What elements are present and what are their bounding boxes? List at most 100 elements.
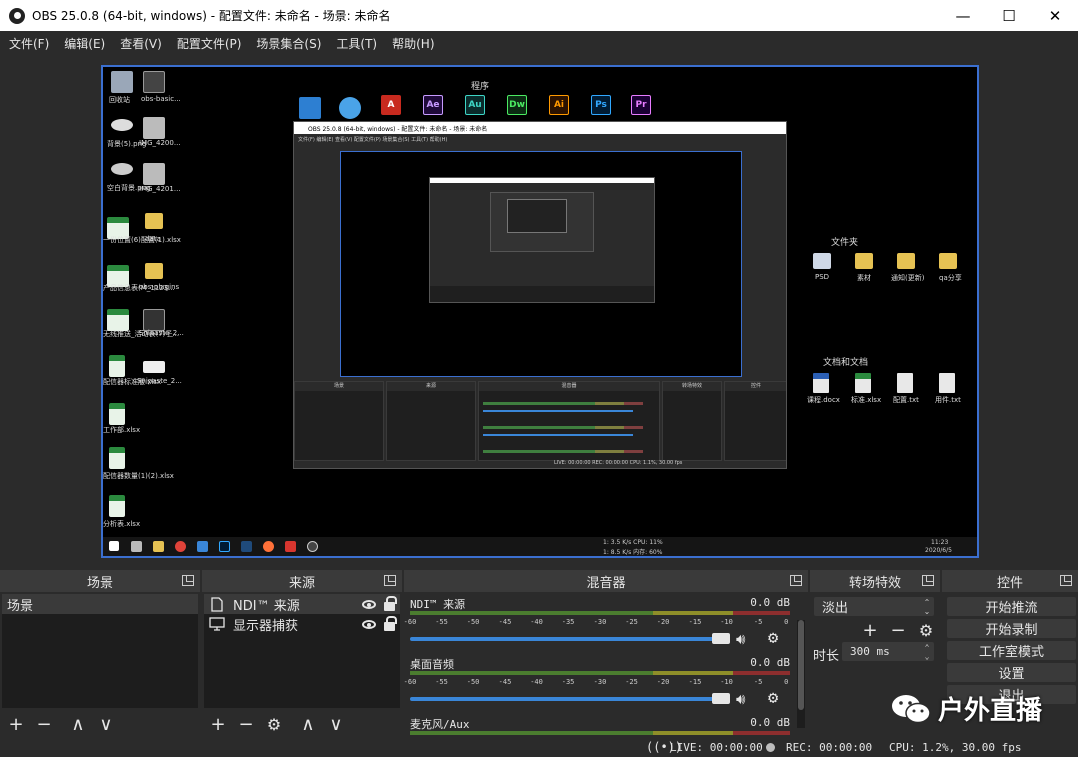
recycle-bin-icon <box>111 71 133 93</box>
lock-icon[interactable] <box>384 595 397 611</box>
illustrator-icon: Ai <box>549 95 569 115</box>
source-item[interactable]: 显示器捕获 <box>204 614 400 634</box>
undock-icon[interactable] <box>790 575 802 586</box>
visibility-eye-icon[interactable] <box>362 619 376 629</box>
desktop-label: data <box>145 235 161 243</box>
undock-icon[interactable] <box>182 575 194 586</box>
undock-icon[interactable] <box>1060 575 1072 586</box>
source-properties-gear-icon[interactable]: ⚙ <box>264 714 284 734</box>
nested-obs-window: OBS 25.0.8 (64-bit, windows) - 配置文件: 未命名… <box>293 121 787 469</box>
text-file-icon <box>939 373 955 393</box>
sources-header: 来源 <box>202 570 402 592</box>
mixer-scrollbar[interactable] <box>797 620 805 728</box>
desktop-group-documents: 文档和文档 <box>823 358 869 368</box>
app-icon <box>241 541 252 552</box>
premiere-icon: Pr <box>631 95 651 115</box>
excel-file-icon <box>107 309 129 331</box>
desktop-label: 分析表.xlsx <box>103 520 141 528</box>
menu-view[interactable]: 查看(V) <box>115 35 167 52</box>
preview-area: 回收站 obs-basic... 背景(5).png IMG_4200... 空… <box>0 55 1078 568</box>
start-recording-button[interactable]: 开始录制 <box>947 619 1076 638</box>
speaker-icon[interactable]: 🔊︎ <box>736 690 745 708</box>
computer-icon <box>299 97 321 119</box>
remove-source-button[interactable]: − <box>236 714 256 735</box>
after-effects-icon: Ae <box>423 95 443 115</box>
scenes-header: 场景 <box>0 570 200 592</box>
source-item[interactable]: NDI™ 来源 <box>204 594 400 614</box>
add-transition-button[interactable]: + <box>860 620 880 641</box>
firefox-icon <box>263 541 274 552</box>
transition-select[interactable]: 淡出 ⌃ ⌄ <box>814 597 934 616</box>
start-streaming-button[interactable]: 开始推流 <box>947 597 1076 616</box>
nested-menu: 文件(F) 编辑(E) 查看(V) 配置文件(P) 场景集合(S) 工具(T) … <box>298 136 448 143</box>
settings-button[interactable]: 设置 <box>947 663 1076 682</box>
remove-transition-button[interactable]: − <box>888 620 908 641</box>
menu-tools[interactable]: 工具(T) <box>331 35 382 52</box>
app-icon <box>197 541 208 552</box>
duration-value: 300 ms <box>850 645 890 658</box>
volume-slider-thumb[interactable] <box>712 633 730 644</box>
studio-mode-button[interactable]: 工作室模式 <box>947 641 1076 660</box>
nested-preview <box>340 151 742 377</box>
visibility-eye-icon[interactable] <box>362 599 376 609</box>
nested-status: LIVE: 00:00:00 REC: 00:00:00 CPU: 1.1%, … <box>554 460 683 466</box>
duration-input[interactable]: 300 ms ⌃ ⌄ <box>842 642 934 661</box>
menu-edit[interactable]: 编辑(E) <box>59 35 110 52</box>
move-up-button[interactable]: ∧ <box>298 714 318 735</box>
folder-icon <box>855 253 873 269</box>
word-file-icon <box>813 373 829 393</box>
desktop-label: IMG_4200... <box>139 139 181 147</box>
add-scene-button[interactable]: + <box>6 714 26 735</box>
minimize-button[interactable]: — <box>940 0 986 31</box>
close-button[interactable]: ✕ <box>1032 0 1078 31</box>
nested-obs-window-2 <box>429 177 655 303</box>
volume-slider[interactable] <box>410 697 730 701</box>
menu-file[interactable]: 文件(F) <box>4 35 54 52</box>
move-up-button[interactable]: ∧ <box>68 714 88 735</box>
move-down-button[interactable]: ∨ <box>96 714 116 735</box>
nested-obs-window-3 <box>490 192 594 252</box>
live-status: LIVE: 00:00:00 <box>670 741 763 754</box>
shortcut-icon <box>143 71 165 93</box>
source-name: NDI™ 来源 <box>233 598 300 614</box>
nested-mixer-dock: 混音器 <box>478 381 660 461</box>
image-file-icon <box>143 117 165 139</box>
taskview-icon <box>131 541 142 552</box>
channel-db: 0.0 dB <box>750 596 790 609</box>
excel-file-icon <box>109 355 125 377</box>
add-source-button[interactable]: + <box>208 714 228 735</box>
volume-slider[interactable] <box>410 637 730 641</box>
text-file-icon <box>897 373 913 393</box>
spin-arrows-icon[interactable]: ⌃ ⌄ <box>920 642 934 661</box>
desktop-label: 工作部.xlsx <box>103 426 141 434</box>
channel-settings-gear-icon[interactable]: ⚙ <box>768 628 778 648</box>
maximize-button[interactable]: ☐ <box>986 0 1032 31</box>
menu-profile[interactable]: 配置文件(P) <box>172 35 247 52</box>
channel-settings-gear-icon[interactable]: ⚙ <box>768 688 778 708</box>
menu-scene-collection[interactable]: 场景集合(S) <box>251 35 326 52</box>
desktop-label: obs-basic... <box>141 95 181 103</box>
nested-transitions-dock: 转场特效 <box>662 381 722 461</box>
undock-icon[interactable] <box>922 575 934 586</box>
undock-icon[interactable] <box>384 575 396 586</box>
speaker-icon[interactable]: 🔊︎ <box>736 630 745 648</box>
controls-header: 控件 <box>942 570 1078 592</box>
move-down-button[interactable]: ∨ <box>326 714 346 735</box>
remove-scene-button[interactable]: − <box>34 714 54 735</box>
dropdown-arrows-icon: ⌃ ⌄ <box>923 597 931 616</box>
meter-ticks: -60 -55 -50 -45 -40 -35 -30 -25 -20 -15 -10 -5 0 <box>403 618 789 626</box>
taskbar-net: 1: 3.5 K/s CPU: 11% <box>603 539 663 546</box>
scene-item[interactable]: 场景 <box>2 594 198 614</box>
transition-settings-gear-icon[interactable]: ⚙ <box>916 620 936 640</box>
desktop-label: IMG_4201... <box>139 185 181 193</box>
audio-meter <box>410 731 790 735</box>
volume-slider-thumb[interactable] <box>712 693 730 704</box>
menu-help[interactable]: 帮助(H) <box>387 35 439 52</box>
scenes-dock: 场景 场景 + − ∧ ∨ <box>0 570 200 737</box>
lock-icon[interactable] <box>384 615 397 631</box>
preview-canvas[interactable]: 回收站 obs-basic... 背景(5).png IMG_4200... 空… <box>101 65 979 558</box>
acrobat-icon: A <box>381 95 401 115</box>
mixer-body: NDI™ 来源 0.0 dB -60 -55 -50 -45 -40 -35 -30 -25-… <box>404 594 808 737</box>
desktop-label: 标准.xlsx <box>851 396 882 404</box>
explorer-icon <box>153 541 164 552</box>
